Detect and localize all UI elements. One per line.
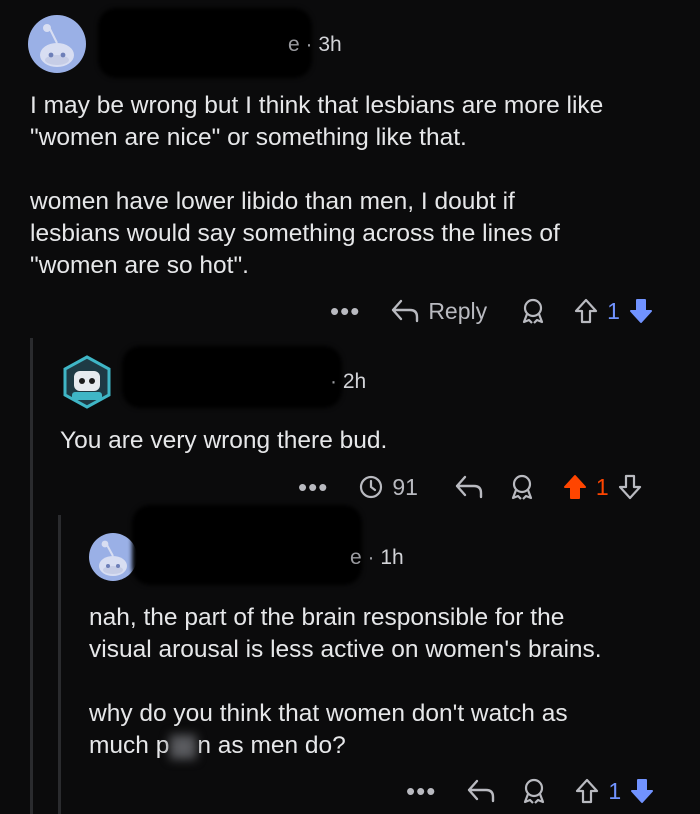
award-icon[interactable] — [508, 473, 536, 501]
comment-meta: e · 1h — [350, 546, 404, 570]
username-redaction — [122, 346, 342, 408]
more-options-button[interactable]: ••• — [298, 474, 328, 500]
downvote-icon[interactable] — [629, 777, 655, 805]
reply-icon — [466, 778, 496, 804]
upvote-icon[interactable] — [573, 297, 599, 325]
avatar[interactable] — [89, 533, 137, 581]
downvote-icon[interactable] — [628, 297, 654, 325]
comment-paragraph: I may be wrong but I think that lesbians… — [30, 92, 604, 151]
thread-line — [58, 515, 61, 814]
comment-paragraph: women have lower libido than men, I doub… — [30, 188, 560, 279]
username-redaction — [98, 8, 312, 78]
comment-actions: ••• 91 1 — [298, 470, 643, 504]
meta-separator: · — [330, 370, 343, 393]
award-icon[interactable] — [519, 297, 547, 325]
more-options-button[interactable]: ••• — [406, 778, 436, 804]
comment-body: You are very wrong there bud. — [60, 425, 680, 457]
reply-icon — [390, 298, 420, 324]
vote-count: 1 — [595, 473, 609, 500]
comment-body: nah, the part of the brain responsible f… — [89, 602, 689, 762]
upvote-icon[interactable] — [574, 777, 600, 805]
award-icon[interactable] — [520, 777, 548, 805]
comment-time: 1h — [380, 546, 404, 569]
views-indicator: 91 — [358, 474, 418, 501]
more-options-button[interactable]: ••• — [330, 298, 360, 324]
comment-time: 3h — [318, 33, 342, 56]
comment-paragraph: why do you think that women don't watch … — [89, 698, 689, 762]
vote-count: 1 — [608, 777, 622, 804]
clock-icon — [358, 474, 384, 500]
avatar[interactable] — [60, 355, 114, 409]
thread-line — [30, 338, 33, 814]
comment-paragraph: nah, the part of the brain responsible f… — [89, 604, 602, 663]
comment-meta: · 2h — [330, 370, 366, 394]
meta-separator: · — [305, 33, 319, 56]
downvote-icon[interactable] — [617, 473, 643, 501]
reply-button[interactable]: Reply — [390, 298, 487, 325]
comment-actions: ••• 1 — [406, 774, 655, 808]
reply-label: Reply — [428, 297, 488, 324]
vote-count: 1 — [607, 297, 620, 324]
comment-paragraph: You are very wrong there bud. — [60, 427, 388, 454]
upvote-icon[interactable] — [562, 473, 588, 501]
view-count: 91 — [392, 473, 418, 500]
comment-actions: ••• Reply 1 — [330, 293, 654, 329]
comment-text: n as men do? — [197, 732, 346, 759]
reply-button[interactable] — [454, 474, 484, 500]
username-fragment: e — [288, 33, 300, 56]
comment-body: I may be wrong but I think that lesbians… — [30, 90, 690, 282]
meta-separator: · — [367, 546, 381, 569]
username-redaction — [132, 505, 362, 585]
avatar[interactable] — [28, 15, 86, 73]
reply-icon — [454, 474, 484, 500]
username-fragment: e — [350, 546, 362, 569]
comment-meta: e · 3h — [288, 33, 342, 57]
blurred-censor — [170, 734, 197, 759]
reply-button[interactable] — [466, 778, 496, 804]
comment-time: 2h — [342, 370, 367, 393]
